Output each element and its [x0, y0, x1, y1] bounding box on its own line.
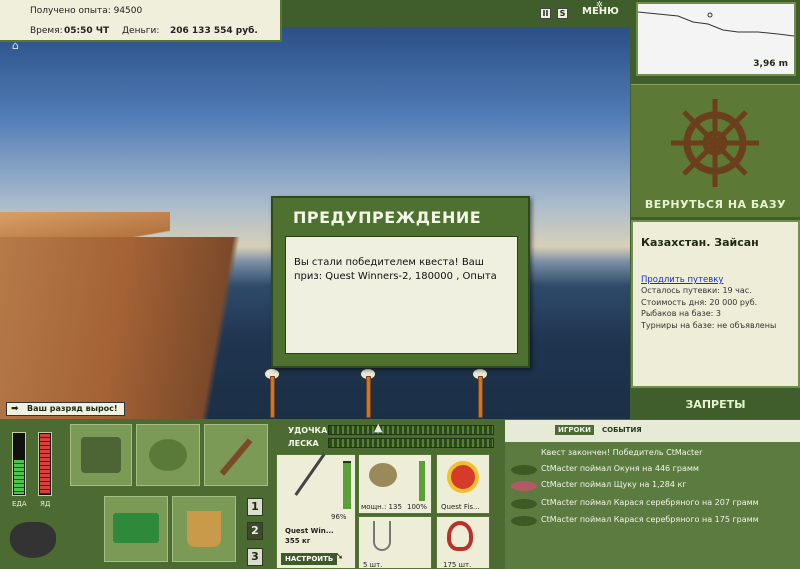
rod-condition: 96% [331, 513, 347, 521]
rod-stand-2[interactable] [366, 376, 371, 418]
page-2-button[interactable]: 2 [247, 522, 263, 540]
fishing-rod-icon [294, 453, 326, 496]
location-title: Казахстан. Зайсан [641, 236, 759, 249]
base-info-panel: Казахстан. Зайсан Продлить путевку Остал… [631, 220, 800, 388]
rod-name: Quest Win... [285, 527, 334, 535]
bucket-slot[interactable] [172, 496, 236, 562]
food-meter [12, 432, 26, 496]
reel-slot[interactable]: мощн.: 135 100% [358, 454, 432, 514]
page-1-button[interactable]: 1 [247, 498, 263, 516]
line-spool-icon [447, 461, 479, 493]
hooks-count: 5 шт. [363, 561, 383, 569]
events-tab-bar: ИГРОКИ СОБЫТИЯ [505, 420, 800, 442]
basket-slot[interactable] [104, 496, 168, 562]
line-name: Quest Fis... [441, 503, 480, 511]
permit-remaining: Осталось путевки: 19 час. [641, 286, 752, 295]
money-label: Деньги: [122, 26, 160, 36]
bar-marker-icon: ▲ [374, 421, 383, 434]
extend-permit-link[interactable]: Продлить путевку [641, 275, 723, 285]
poison-meter [38, 432, 52, 496]
sound-button[interactable]: S [557, 8, 568, 19]
hook-icon [373, 521, 391, 551]
money-value: 206 133 554 руб. [170, 26, 258, 36]
fishing-line-slot[interactable]: Quest Fis... [436, 454, 490, 514]
menu-button[interactable]: ✲ МЕНЮ [582, 0, 619, 17]
sandy-shore [0, 237, 300, 419]
depth-chart: 3,96 m [636, 2, 796, 76]
net-slot[interactable] [136, 424, 200, 486]
dialog-message: Вы стали победителем квеста! Ваш приз: Q… [285, 236, 518, 354]
keepnet-icon [149, 439, 187, 471]
page-3-button[interactable]: 3 [247, 548, 263, 566]
rod-stand-3[interactable] [478, 376, 483, 418]
tab-players[interactable]: ИГРОКИ [555, 425, 594, 435]
rod-tension-label: УДОЧКА [288, 426, 328, 435]
anglers-on-base: Рыбаков на базе: 3 [641, 309, 721, 318]
ship-wheel-icon [671, 99, 759, 187]
hook-slot[interactable]: 5 шт. [358, 516, 432, 569]
rank-up-badge[interactable]: ➡ Ваш разряд вырос! [6, 402, 125, 416]
bait-count: 175 шт. [443, 561, 472, 569]
reel-condition: 100% [407, 503, 428, 511]
reel-icon [369, 463, 397, 487]
arrow-down-right-icon: ➘ [335, 551, 344, 562]
configure-button[interactable]: НАСТРОИТЬ [281, 553, 338, 565]
warning-dialog: ПРЕДУПРЕЖДЕНИЕ Вы стали победителем квес… [271, 196, 530, 368]
reel-power: мощн.: 135 [361, 503, 402, 511]
fish-icon [511, 516, 537, 526]
event-item: CtMacter поймал Щуку на 1,284 кг [541, 480, 687, 489]
event-item: Квест закончен! Победитель CtMacter [541, 448, 703, 457]
event-item: CtMacter поймал Карася серебряного на 20… [541, 498, 759, 507]
pause-button[interactable]: II [540, 8, 551, 19]
player-stats-bar: Получено опыта: 94500 Время: 05:50 ЧТ Де… [0, 0, 282, 42]
arrow-right-icon: ➡ [11, 404, 19, 414]
event-item: CtMacter поймал Карася серебряного на 17… [541, 515, 759, 524]
rod-weight: 355 кг [285, 537, 311, 545]
bans-button[interactable]: ЗАПРЕТЫ [631, 392, 800, 417]
line-tension-label: ЛЕСКА [288, 439, 319, 448]
line-tension-bar [328, 438, 494, 448]
poison-label: ЯД [40, 500, 51, 508]
time-value: 05:50 ЧТ [64, 26, 110, 36]
bucket-icon [187, 511, 221, 547]
bait-slot[interactable]: 175 шт. [436, 516, 490, 569]
cauldron-icon[interactable] [10, 522, 56, 558]
tournaments-on-base: Турниры на базе: не объявлены [641, 320, 777, 330]
events-panel: ИГРОКИ СОБЫТИЯ Квест закончен! Победител… [505, 420, 800, 569]
event-item: CtMacter поймал Окуня на 446 грамм [541, 464, 699, 473]
depth-value: 3,96 m [753, 59, 788, 69]
tackle-box-slot[interactable] [70, 424, 132, 486]
vegetable-basket-icon [113, 513, 159, 543]
day-cost: Стоимость дня: 20 000 руб. [641, 297, 758, 307]
return-to-base-button[interactable]: ВЕРНУТЬСЯ НА БАЗУ [631, 198, 800, 218]
rod-slot[interactable]: 96% Quest Win... 355 кг НАСТРОИТЬ ➘ [276, 453, 356, 569]
rod-stand-1[interactable] [270, 376, 275, 418]
fish-icon [511, 481, 537, 491]
experience-text: Получено опыта: 94500 [30, 6, 143, 16]
rod-tension-bar [328, 425, 494, 435]
fish-icon [511, 499, 537, 509]
tab-events[interactable]: СОБЫТИЯ [599, 425, 645, 435]
menu-gear-icon: ✲ [596, 0, 603, 9]
rank-up-text: Ваш разряд вырос! [27, 404, 118, 413]
time-label: Время: [30, 26, 63, 36]
food-label: ЕДА [12, 500, 27, 508]
landing-net-slot[interactable] [204, 424, 268, 486]
worm-bait-icon [447, 521, 473, 551]
tackle-box-icon [81, 437, 121, 473]
fish-icon [511, 465, 537, 475]
dialog-title: ПРЕДУПРЕЖДЕНИЕ [293, 208, 482, 227]
landing-net-icon [219, 438, 253, 476]
